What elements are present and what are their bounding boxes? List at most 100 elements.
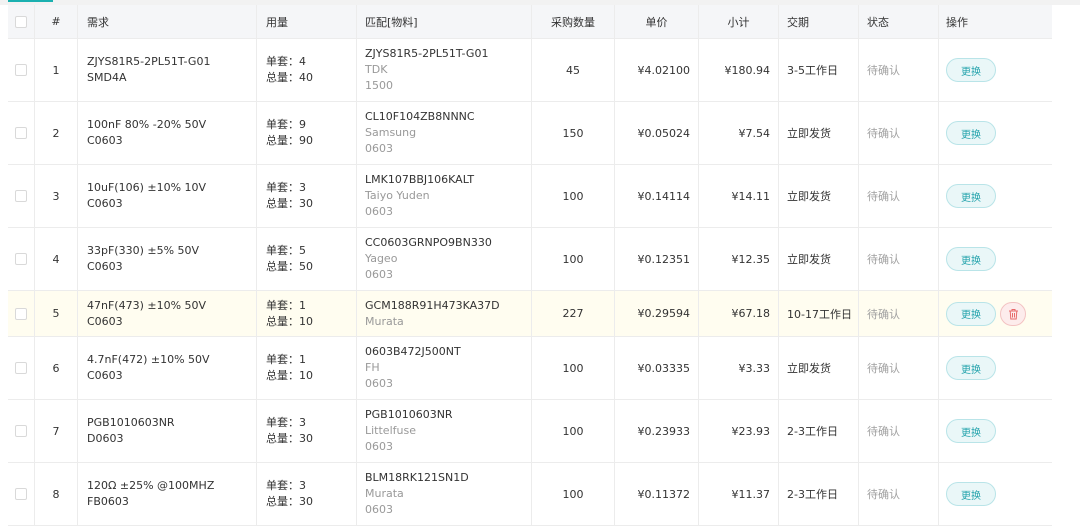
row-checkbox[interactable]: [15, 425, 27, 437]
row-checkbox[interactable]: [15, 64, 27, 76]
status-text: 待确认: [859, 463, 939, 525]
requirement-spec: 100nF 80% -20% 50V: [87, 118, 207, 131]
requirement-spec: PGB1010603NR: [87, 416, 175, 429]
page-right-margin: [1052, 5, 1080, 530]
match-cell: PGB1010603NR Littelfuse 0603: [357, 400, 532, 462]
header-num: #: [35, 5, 78, 38]
row-select-cell[interactable]: [8, 102, 35, 164]
per-set-value: 9: [299, 118, 306, 131]
row-select-cell[interactable]: [8, 165, 35, 227]
requirement-package: C0603: [87, 260, 123, 273]
replace-button[interactable]: 更换: [946, 58, 996, 82]
row-select-cell[interactable]: [8, 291, 35, 336]
usage-per-set: 单套：3: [266, 180, 348, 196]
trash-icon: [1008, 308, 1018, 319]
usage-cell: 单套：1 总量：10: [257, 337, 357, 399]
matched-manufacturer: Samsung: [365, 126, 417, 139]
status-text: 待确认: [859, 228, 939, 290]
replace-button[interactable]: 更换: [946, 356, 996, 380]
usage-per-set: 单套：1: [266, 298, 348, 314]
per-set-label: 单套：: [266, 298, 299, 312]
usage-cell: 单套：9 总量：90: [257, 102, 357, 164]
replace-button[interactable]: 更换: [946, 247, 996, 271]
row-select-cell[interactable]: [8, 228, 35, 290]
header-lead-time: 交期: [779, 5, 859, 38]
unit-price: ¥0.29594: [615, 291, 699, 336]
requirement-spec: ZJYS81R5-2PL51T-G01: [87, 55, 211, 68]
total-label: 总量：: [266, 314, 299, 328]
requirement-package: D0603: [87, 432, 124, 445]
replace-button[interactable]: 更换: [946, 482, 996, 506]
replace-button[interactable]: 更换: [946, 121, 996, 145]
requirement-package: FB0603: [87, 495, 129, 508]
matched-part-number: BLM18RK121SN1D: [365, 471, 469, 484]
purchase-qty: 100: [532, 165, 615, 227]
matched-package: 0603: [365, 268, 393, 281]
actions-cell: 更换: [939, 463, 1052, 525]
unit-price: ¥0.14114: [615, 165, 699, 227]
actions-cell: 更换: [939, 291, 1052, 336]
subtotal: ¥23.93: [699, 400, 779, 462]
per-set-value: 3: [299, 479, 306, 492]
matched-manufacturer: Murata: [365, 314, 404, 328]
per-set-label: 单套：: [266, 181, 299, 194]
unit-price: ¥0.12351: [615, 228, 699, 290]
matched-package: 0603: [365, 142, 393, 155]
table-row: 2 100nF 80% -20% 50V C0603 单套：9 总量：90 CL10F10…: [8, 102, 1052, 165]
total-value: 40: [299, 71, 313, 84]
usage-per-set: 单套：5: [266, 243, 348, 259]
requirement-spec: 47nF(473) ±10% 50V: [87, 298, 207, 312]
requirement-spec: 10uF(106) ±10% 10V: [87, 181, 207, 194]
unit-price: ¥0.03335: [615, 337, 699, 399]
lead-time: 立即发货: [779, 228, 859, 290]
header-select-all[interactable]: [8, 5, 35, 38]
row-number: 8: [35, 463, 78, 525]
table-row: 8 120Ω ±25% @100MHZ FB0603 单套：3 总量：30 BLM18RK…: [8, 463, 1052, 526]
total-value: 90: [299, 134, 313, 147]
replace-button[interactable]: 更换: [946, 419, 996, 443]
row-number: 7: [35, 400, 78, 462]
usage-cell: 单套：3 总量：30: [257, 463, 357, 525]
requirement-cell: 47nF(473) ±10% 50V C0603: [78, 291, 257, 336]
row-checkbox[interactable]: [15, 190, 27, 202]
total-label: 总量：: [266, 260, 299, 273]
row-checkbox[interactable]: [15, 253, 27, 265]
active-tab-indicator: [8, 0, 53, 2]
select-all-checkbox[interactable]: [15, 15, 27, 28]
row-select-cell[interactable]: [8, 463, 35, 525]
lead-time: 10-17工作日: [779, 291, 859, 336]
usage-total: 总量：30: [266, 431, 348, 447]
matched-part-number: PGB1010603NR: [365, 408, 453, 421]
row-checkbox[interactable]: [15, 127, 27, 139]
per-set-value: 1: [299, 298, 306, 312]
purchase-qty: 100: [532, 400, 615, 462]
header-usage: 用量: [257, 5, 357, 38]
row-checkbox[interactable]: [15, 362, 27, 374]
requirement-cell: 10uF(106) ±10% 10V C0603: [78, 165, 257, 227]
delete-button[interactable]: [1000, 301, 1026, 326]
row-select-cell[interactable]: [8, 400, 35, 462]
row-checkbox[interactable]: [15, 488, 27, 500]
requirement-spec: 4.7nF(472) ±10% 50V: [87, 353, 210, 366]
requirement-spec: 120Ω ±25% @100MHZ: [87, 479, 215, 492]
table-row: 5 47nF(473) ±10% 50V C0603 单套：1 总量：10 GCM188R…: [8, 291, 1052, 337]
requirement-cell: 33pF(330) ±5% 50V C0603: [78, 228, 257, 290]
replace-button[interactable]: 更换: [946, 184, 996, 208]
row-number: 5: [35, 291, 78, 336]
row-select-cell[interactable]: [8, 337, 35, 399]
replace-button[interactable]: 更换: [946, 301, 996, 326]
row-select-cell[interactable]: [8, 39, 35, 101]
requirement-package: C0603: [87, 369, 123, 382]
header-subtotal: 小计: [699, 5, 779, 38]
per-set-label: 单套：: [266, 353, 299, 366]
purchase-qty: 150: [532, 102, 615, 164]
total-value: 50: [299, 260, 313, 273]
row-checkbox[interactable]: [15, 307, 27, 320]
status-text: 待确认: [859, 165, 939, 227]
actions-cell: 更换: [939, 400, 1052, 462]
requirement-package: SMD4A: [87, 71, 127, 84]
per-set-value: 3: [299, 416, 306, 429]
match-cell: CC0603GRNPO9BN330 Yageo 0603: [357, 228, 532, 290]
subtotal: ¥7.54: [699, 102, 779, 164]
lead-time: 立即发货: [779, 337, 859, 399]
